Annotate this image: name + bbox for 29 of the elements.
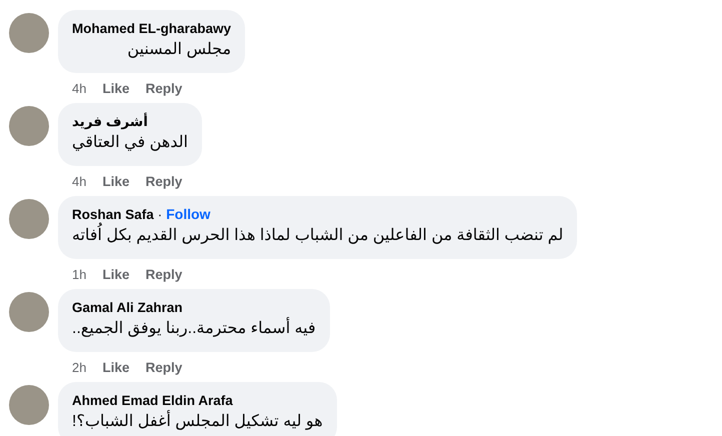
like-button[interactable]: Like [102,360,130,374]
avatar-photo[interactable] [9,106,49,146]
avatar-photo[interactable] [9,13,49,53]
avatar-photo[interactable] [9,292,49,332]
author-name[interactable]: Ahmed Emad Eldin Arafa [72,391,323,410]
comment-time[interactable]: 2h [72,360,86,374]
comment-time[interactable]: 4h [72,80,86,96]
author-name[interactable]: Roshan Safa [72,205,154,224]
follow-link[interactable]: Follow [166,205,210,224]
comment-time[interactable]: 4h [72,174,86,188]
like-button[interactable]: Like [102,174,130,188]
avatar-photo[interactable] [9,385,49,425]
author-name[interactable]: Gamal Ali Zahran [72,298,316,317]
comment-time[interactable]: 1h [72,266,86,282]
separator-dot: · [158,206,162,224]
reply-button[interactable]: Reply [145,174,182,188]
reply-button[interactable]: Reply [145,360,182,374]
comment-text: هو ليه تشكيل المجلس أغفل الشباب؟! [72,410,323,433]
author-name[interactable]: Mohamed EL-gharabawy [72,19,232,38]
comment-text: لم تنضب الثقافة من الفاعلين من الشباب لماذا هذا الحرس القديم بكل اُفاته [72,224,564,247]
comment-text: فيه أسماء محترمة..ربنا يوفق الجميع.. [72,317,316,340]
like-button[interactable]: Like [102,80,130,96]
reply-button[interactable]: Reply [145,266,182,282]
like-button[interactable]: Like [102,266,130,282]
comment-text: مجلس المسنين [126,40,232,60]
author-name[interactable]: أشرف فريد [72,112,188,131]
avatar-photo[interactable] [9,199,49,239]
reply-button[interactable]: Reply [145,80,182,96]
comment-text: الدهن في العتاقي [72,133,188,153]
